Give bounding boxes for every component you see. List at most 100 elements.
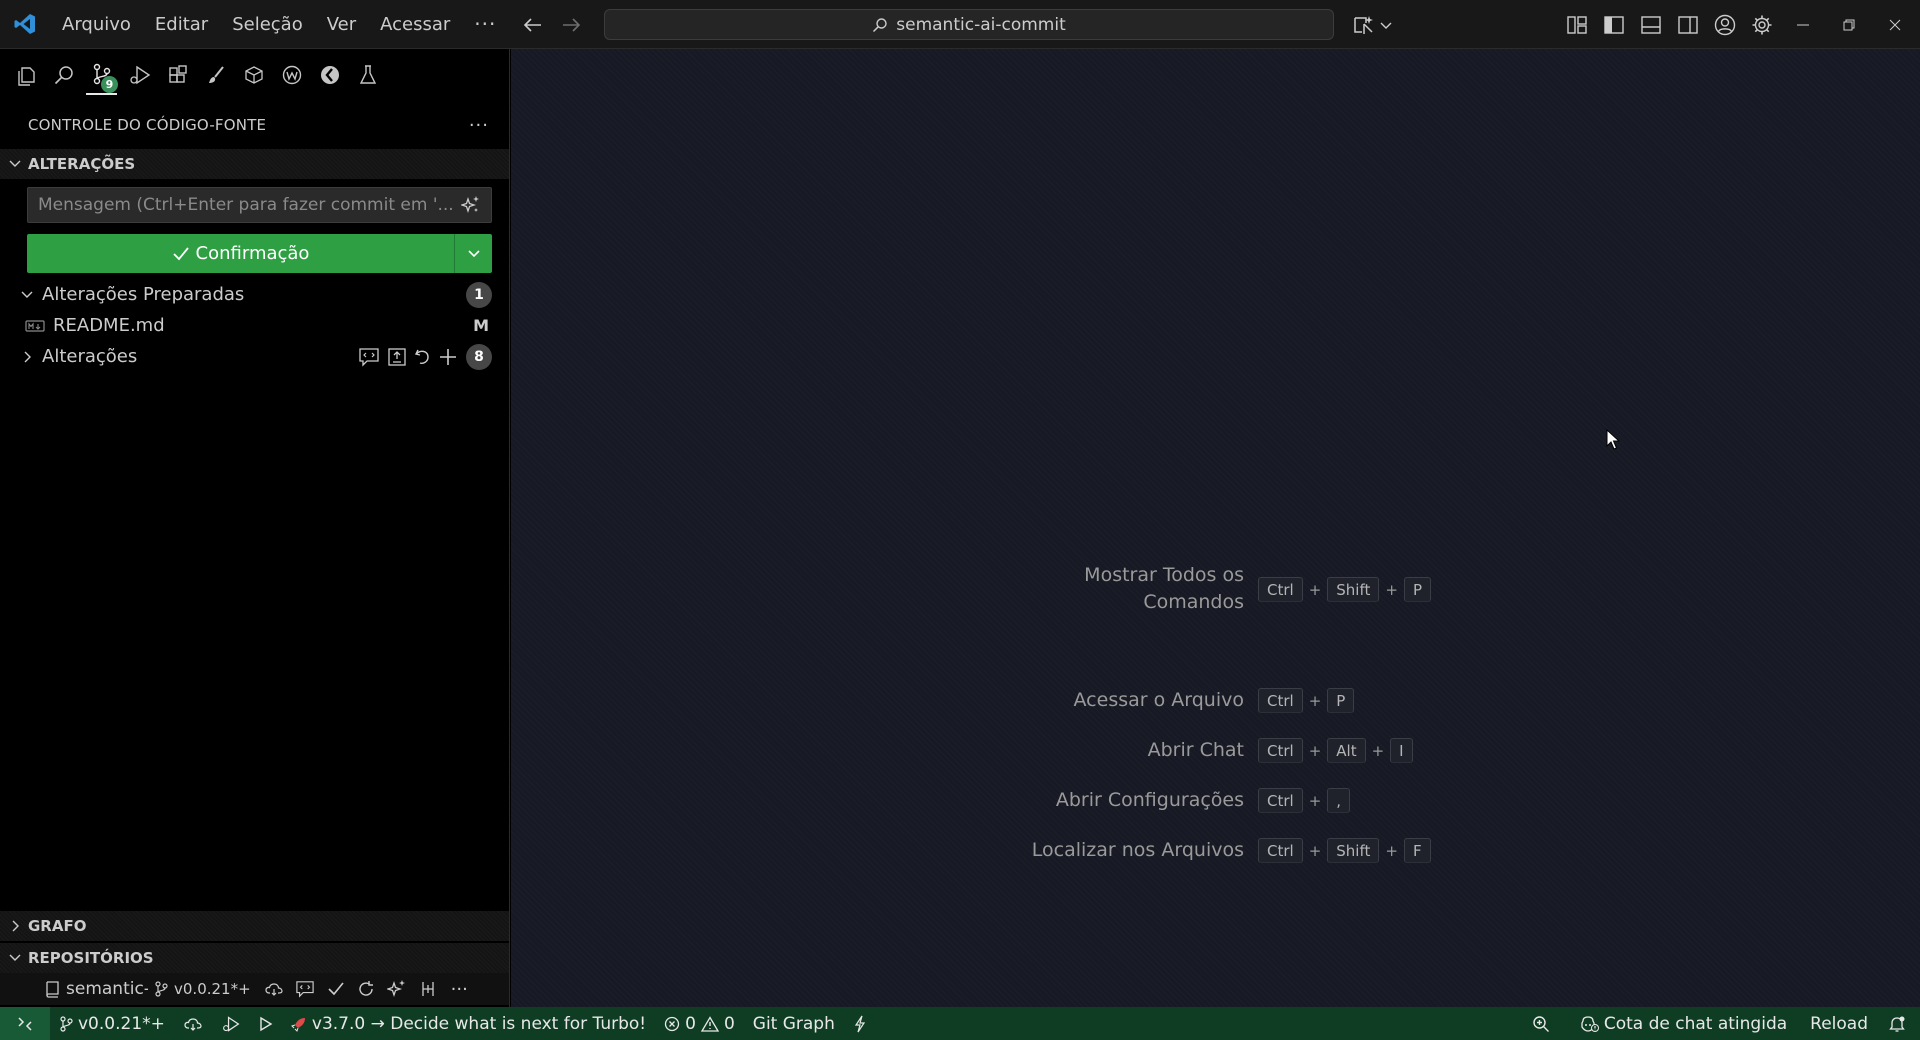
key-plus: + (1308, 791, 1322, 810)
minimize-window-icon[interactable] (1780, 0, 1826, 49)
testing-flask-icon[interactable] (352, 55, 383, 95)
search-icon[interactable] (48, 55, 79, 95)
forward-arrow-icon[interactable] (558, 12, 584, 38)
menu-ver[interactable]: Ver (315, 0, 368, 49)
open-changes-icon[interactable] (358, 347, 380, 367)
commit-message-placeholder: Mensagem (Ctrl+Enter para fazer commit e… (38, 195, 454, 215)
graph-section-title: GRAFO (28, 917, 87, 935)
problems-status[interactable]: 0 0 (655, 1007, 744, 1040)
account-icon[interactable] (1706, 0, 1743, 49)
graph-section-header[interactable]: GRAFO (0, 911, 509, 941)
branch-icon (154, 981, 168, 997)
command-center-search[interactable]: semantic-ai-commit (604, 9, 1334, 40)
generate-commit-message-sparkle-icon[interactable] (461, 195, 481, 215)
copilot-warning-icon (1579, 1015, 1599, 1033)
commit-check-icon[interactable] (327, 981, 345, 997)
extensions-icon[interactable] (162, 55, 193, 95)
shortcut-label: Abrir Chat (1147, 739, 1244, 761)
remote-indicator[interactable] (0, 1007, 50, 1040)
staged-changes-group[interactable]: Alterações Preparadas 1 (0, 279, 509, 310)
key-plus: + (1385, 841, 1398, 860)
git-graph-button[interactable]: Git Graph (744, 1007, 844, 1040)
run-play-icon[interactable] (250, 1007, 282, 1040)
sparkle-icon[interactable] (386, 979, 407, 999)
commit-options-dropdown[interactable] (455, 234, 492, 273)
key-cap: I (1390, 738, 1413, 763)
sync-cloud-icon[interactable] (265, 981, 283, 997)
repo-icon (44, 980, 60, 998)
key-cap: Ctrl (1258, 788, 1303, 813)
key-cap: Ctrl (1258, 577, 1303, 602)
run-debug-icon[interactable] (124, 55, 155, 95)
file-modified-status: M (473, 316, 489, 335)
key-cap: Alt (1327, 738, 1366, 763)
shortcut-keys: Ctrl + Alt + I (1258, 738, 1413, 763)
chat-quota-status[interactable]: Cota de chat atingida (1570, 1007, 1796, 1040)
discard-all-changes-icon[interactable] (414, 347, 432, 367)
commit-button-group: Confirmação (27, 234, 492, 273)
menu-more-button[interactable]: ··· (462, 0, 508, 49)
merge-icon[interactable] (419, 980, 437, 998)
restore-window-icon[interactable] (1826, 0, 1872, 49)
toggle-secondary-sidebar-icon[interactable] (1669, 0, 1706, 49)
changes-group[interactable]: Alterações 8 (0, 341, 509, 372)
quick-commit-icon[interactable] (844, 1007, 876, 1040)
gear-icon[interactable] (1743, 0, 1780, 49)
repo-branch: v0.0.21*+ (174, 980, 251, 998)
package-icon[interactable] (238, 55, 269, 95)
explorer-icon[interactable] (10, 55, 41, 95)
sidebar-more-actions-button[interactable]: ··· (469, 115, 489, 136)
staged-file-name: README.md (53, 315, 165, 336)
customize-layout-icon[interactable] (1558, 0, 1595, 49)
changes-section-header[interactable]: ALTERAÇÕES (0, 149, 509, 179)
menu-editar[interactable]: Editar (143, 0, 220, 49)
menu-selecao[interactable]: Seleção (220, 0, 315, 49)
key-cap: Ctrl (1258, 688, 1303, 713)
menu-bar: Arquivo Editar Seleção Ver Acessar ··· (50, 0, 508, 48)
key-plus: + (1385, 580, 1398, 599)
turbo-update-status[interactable]: v3.7.0 → Decide what is next for Turbo! (282, 1007, 655, 1040)
paintbrush-icon[interactable] (200, 55, 231, 95)
key-cap: Shift (1327, 838, 1380, 863)
sync-cloud-status[interactable] (174, 1007, 212, 1040)
chat-quota-text: Cota de chat atingida (1603, 1013, 1788, 1034)
key-cap: P (1327, 688, 1355, 713)
toggle-panel-icon[interactable] (1632, 0, 1669, 49)
staged-file-row[interactable]: README.md M (0, 310, 509, 341)
menu-arquivo[interactable]: Arquivo (50, 0, 143, 49)
editor-area[interactable]: Mostrar Todos os Comandos Ctrl + Shift + P Ace… (511, 49, 1920, 1007)
key-plus: + (1308, 691, 1322, 710)
branch-icon (59, 1015, 73, 1033)
warning-count: 0 (723, 1013, 735, 1034)
toggle-primary-sidebar-icon[interactable] (1595, 0, 1632, 49)
repo-more-actions-button[interactable]: ··· (451, 979, 468, 1000)
branch-status[interactable]: v0.0.21*+ (50, 1007, 174, 1040)
open-changes-icon[interactable] (295, 980, 315, 998)
repositories-section-header[interactable]: REPOSITÓRIOS (0, 943, 509, 973)
key-plus: + (1308, 841, 1322, 860)
markdown-file-icon (25, 319, 45, 333)
close-window-icon[interactable] (1872, 0, 1918, 49)
wallaby-icon[interactable] (276, 55, 307, 95)
stage-all-changes-icon[interactable] (439, 348, 457, 366)
commit-button[interactable]: Confirmação (27, 234, 454, 273)
menu-acessar[interactable]: Acessar (368, 0, 462, 49)
stash-changes-icon[interactable] (387, 347, 407, 367)
reload-button[interactable]: Reload (1796, 1007, 1882, 1040)
run-debug-status[interactable] (212, 1007, 250, 1040)
mouse-cursor-icon (1606, 429, 1620, 451)
notifications-bell-icon[interactable] (1882, 1007, 1920, 1040)
refresh-icon[interactable] (357, 980, 375, 998)
chevron-down-icon (8, 951, 22, 965)
turbo-update-text: v3.7.0 → Decide what is next for Turbo! (311, 1013, 647, 1034)
warning-icon (700, 1015, 719, 1032)
kubernetes-icon[interactable] (314, 55, 345, 95)
key-plus: + (1308, 741, 1322, 760)
copilot-menu-button[interactable] (1352, 10, 1392, 40)
source-control-icon[interactable]: 9 (86, 55, 118, 95)
chevron-right-icon (20, 350, 34, 364)
zoom-status[interactable] (1512, 1007, 1570, 1040)
back-arrow-icon[interactable] (520, 12, 546, 38)
repository-row[interactable]: semantic-a v0.0.21*+ ··· (0, 973, 509, 1005)
commit-message-input[interactable]: Mensagem (Ctrl+Enter para fazer commit e… (27, 187, 492, 223)
